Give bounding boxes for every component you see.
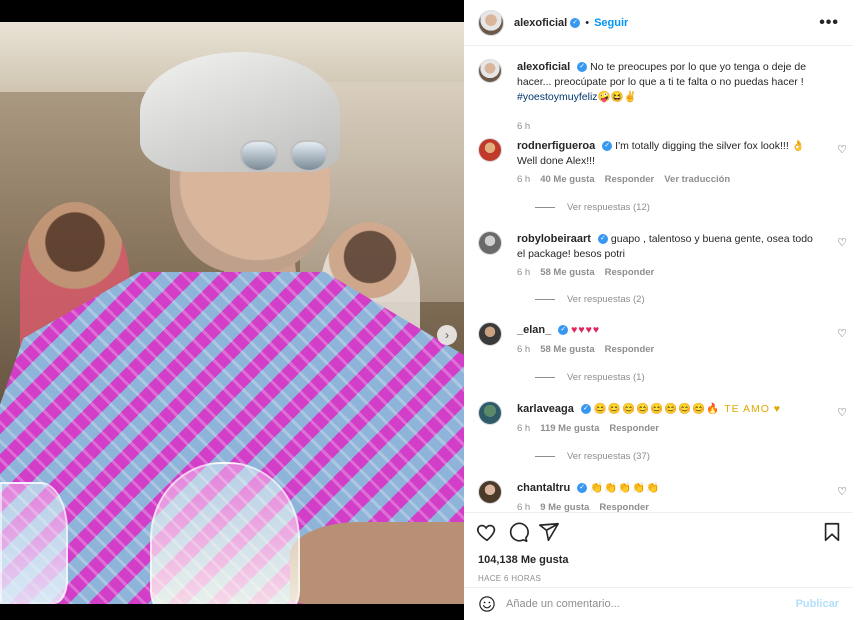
comment-text: ♥♥♥♥ bbox=[571, 324, 601, 336]
paper-plane-icon[interactable] bbox=[538, 521, 560, 543]
heart-outline-icon[interactable] bbox=[476, 521, 498, 543]
likes-count[interactable]: 104,138 Me gusta bbox=[478, 554, 569, 566]
photo-wine-glass bbox=[150, 462, 300, 604]
reply-button[interactable]: Responder bbox=[605, 174, 655, 185]
chevron-right-icon[interactable]: › bbox=[437, 325, 457, 345]
more-options-icon[interactable]: ••• bbox=[819, 14, 839, 32]
publish-button[interactable]: Publicar bbox=[796, 598, 839, 610]
caption-time: 6 h bbox=[517, 121, 530, 132]
comment-body: chantaltru ✓ 👏👏👏👏👏 bbox=[517, 481, 817, 496]
comment-icon[interactable] bbox=[507, 521, 529, 543]
header-separator: • bbox=[585, 16, 590, 29]
caption-hashtag[interactable]: #yoestoymuyfeliz bbox=[517, 91, 598, 103]
comment-input[interactable] bbox=[506, 598, 796, 610]
avatar[interactable] bbox=[478, 401, 502, 425]
reply-button[interactable]: Responder bbox=[605, 267, 655, 278]
reply-button[interactable]: Responder bbox=[605, 344, 655, 355]
comment-body: robylobeiraart ✓ guapo , talentoso y buen… bbox=[517, 232, 817, 262]
comment-username[interactable]: chantaltru bbox=[517, 482, 570, 494]
caption-emojis: 🤪😆✌ bbox=[597, 91, 637, 103]
post-side-panel: alexoficial ✓ • Seguir ••• alexoficial ✓ … bbox=[464, 0, 853, 620]
comment-time: 6 h bbox=[517, 502, 531, 512]
like-comment-heart-icon[interactable]: ♡ bbox=[836, 144, 848, 156]
view-replies-label: Ver respuestas (12) bbox=[567, 202, 650, 213]
caption-body: alexoficial ✓ No te preocupes por lo que … bbox=[517, 60, 817, 105]
photo-subject-sunglasses bbox=[240, 140, 332, 176]
avatar[interactable] bbox=[478, 59, 502, 83]
translate-button[interactable]: Ver traducción bbox=[664, 174, 730, 185]
caption-timestamp: 6 h bbox=[517, 121, 531, 132]
follow-button[interactable]: Seguir bbox=[594, 17, 628, 29]
like-comment-heart-icon[interactable]: ♡ bbox=[836, 328, 848, 340]
comment-body: rodnerfigueroa ✓ I'm totally digging the … bbox=[517, 139, 817, 169]
comment-meta: 6 h 58 Me gusta Responder bbox=[517, 344, 654, 355]
posted-time: HACE 6 HORAS bbox=[478, 574, 542, 583]
view-replies-button[interactable]: Ver respuestas (37) bbox=[535, 451, 650, 462]
like-comment-heart-icon[interactable]: ♡ bbox=[836, 237, 848, 249]
comment-username[interactable]: rodnerfigueroa bbox=[517, 140, 595, 152]
view-replies-label: Ver respuestas (2) bbox=[567, 294, 645, 305]
comment-body: _elan_ ✓ ♥♥♥♥ bbox=[517, 323, 817, 338]
comment-time: 6 h bbox=[517, 423, 531, 434]
post-header: alexoficial ✓ • Seguir ••• bbox=[464, 0, 853, 46]
comment-time: 6 h bbox=[517, 344, 531, 355]
verified-badge-icon: ✓ bbox=[558, 325, 569, 336]
reply-button[interactable]: Responder bbox=[599, 502, 649, 512]
verified-badge-icon: ✓ bbox=[580, 404, 591, 415]
verified-badge-icon: ✓ bbox=[577, 483, 588, 494]
comment-username[interactable]: karlaveaga bbox=[517, 403, 574, 415]
comment-likes[interactable]: 119 Me gusta bbox=[540, 423, 599, 434]
comment-body: karlaveaga ✓ 😊😊😊😊😊😊😊😊🔥 TE AMO ♥ bbox=[517, 402, 817, 417]
view-replies-button[interactable]: Ver respuestas (1) bbox=[535, 372, 645, 383]
view-replies-button[interactable]: Ver respuestas (12) bbox=[535, 202, 650, 213]
view-replies-button[interactable]: Ver respuestas (2) bbox=[535, 294, 645, 305]
comment-time: 6 h bbox=[517, 174, 531, 185]
comment-username[interactable]: _elan_ bbox=[517, 324, 551, 336]
verified-badge-icon: ✓ bbox=[602, 141, 613, 152]
avatar[interactable] bbox=[478, 322, 502, 346]
comment-time: 6 h bbox=[517, 267, 531, 278]
comments-list[interactable]: alexoficial ✓ No te preocupes por lo que … bbox=[464, 46, 853, 512]
comment-meta: 6 h 119 Me gusta Responder bbox=[517, 423, 659, 434]
comment-likes[interactable]: 58 Me gusta bbox=[540, 344, 594, 355]
caption-username[interactable]: alexoficial bbox=[517, 61, 570, 73]
smiley-icon[interactable] bbox=[478, 595, 496, 613]
avatar[interactable] bbox=[478, 9, 504, 36]
verified-badge-icon: ✓ bbox=[597, 234, 608, 245]
comment-likes[interactable]: 40 Me gusta bbox=[540, 174, 594, 185]
comment-text: 😊😊😊😊😊😊😊😊🔥 TE AMO ♥ bbox=[593, 403, 782, 415]
bookmark-icon[interactable] bbox=[821, 521, 843, 543]
reply-button[interactable]: Responder bbox=[609, 423, 659, 434]
comment-meta: 6 h 40 Me gusta Responder Ver traducción bbox=[517, 174, 730, 185]
comment-likes[interactable]: 58 Me gusta bbox=[540, 267, 594, 278]
view-replies-label: Ver respuestas (37) bbox=[567, 451, 650, 462]
like-comment-heart-icon[interactable]: ♡ bbox=[836, 486, 848, 498]
post-photo[interactable]: › bbox=[0, 22, 464, 604]
like-comment-heart-icon[interactable]: ♡ bbox=[836, 407, 848, 419]
view-replies-label: Ver respuestas (1) bbox=[567, 372, 645, 383]
post-action-bar bbox=[464, 512, 853, 548]
comment-text: 👏👏👏👏👏 bbox=[590, 482, 661, 494]
comment-likes[interactable]: 9 Me gusta bbox=[540, 502, 589, 512]
photo-subject-arm bbox=[290, 522, 464, 604]
header-username[interactable]: alexoficial bbox=[514, 17, 567, 29]
photo-water-glass bbox=[0, 482, 68, 604]
comment-composer: Publicar bbox=[464, 587, 853, 620]
comment-meta: 6 h 58 Me gusta Responder bbox=[517, 267, 654, 278]
comment-username[interactable]: robylobeiraart bbox=[517, 233, 591, 245]
verified-badge-icon: ✓ bbox=[577, 62, 588, 73]
verified-badge-icon: ✓ bbox=[570, 17, 581, 28]
avatar[interactable] bbox=[478, 231, 502, 255]
avatar[interactable] bbox=[478, 480, 502, 504]
comment-meta: 6 h 9 Me gusta Responder bbox=[517, 502, 649, 512]
avatar[interactable] bbox=[478, 138, 502, 162]
